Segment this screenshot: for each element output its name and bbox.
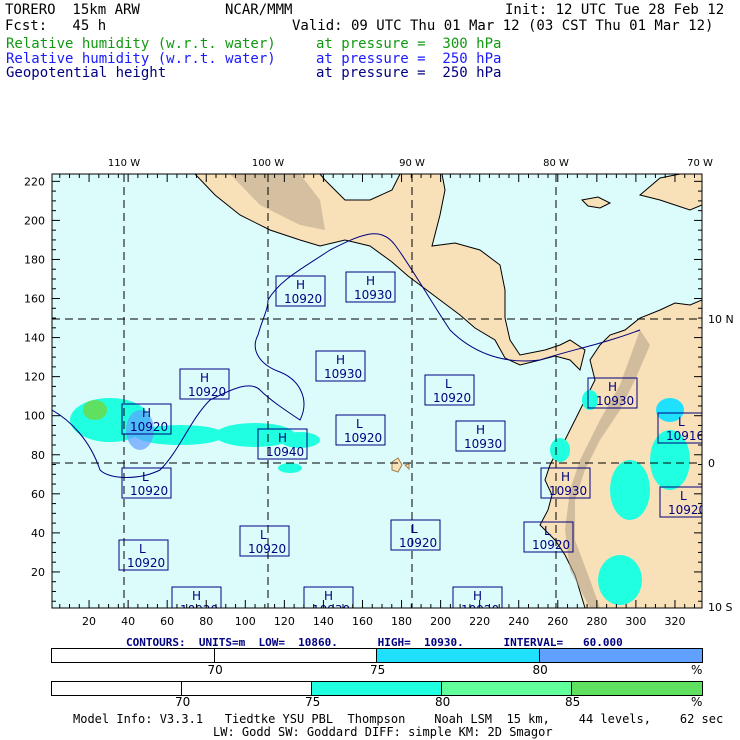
- center-value: 10920: [344, 431, 382, 445]
- lon-label: 70 W: [687, 158, 713, 169]
- legend-swatch: [377, 649, 540, 662]
- legend-label: 70: [175, 695, 191, 709]
- center-value: 10920: [130, 420, 168, 434]
- y-tick-label: 160: [24, 293, 45, 306]
- lon-label: 90 W: [399, 158, 425, 169]
- y-tick-label: 40: [31, 527, 45, 540]
- x-tick-label: 80: [199, 615, 213, 628]
- center-value: 10930: [324, 367, 362, 381]
- center-value: 10920: [248, 542, 286, 556]
- center-type: L: [680, 489, 687, 503]
- y-tick-label: 100: [24, 410, 45, 423]
- center-type: H: [142, 406, 151, 420]
- legend-label: 80: [532, 663, 548, 677]
- y-tick-label: 200: [24, 214, 45, 227]
- x-tick-label: 60: [160, 615, 174, 628]
- center-value: 10920: [130, 484, 168, 498]
- x-tick-label: 100: [235, 615, 256, 628]
- center-value: 10930: [596, 394, 634, 408]
- center-type: H: [476, 423, 485, 437]
- legend-label: %: [691, 695, 703, 709]
- center-type: H: [608, 380, 617, 394]
- legend-label: 80: [435, 695, 451, 709]
- center-type: L: [356, 417, 363, 431]
- center-value: 10920: [668, 503, 706, 517]
- x-tick-label: 140: [313, 615, 334, 628]
- y-tick-label: 180: [24, 253, 45, 266]
- y-tick-label: 140: [24, 332, 45, 345]
- map-plot: H10920H10930H10930H10920L10920H10920 L109…: [24, 158, 734, 628]
- x-tick-label: 120: [274, 615, 295, 628]
- center-value: 10920: [188, 385, 226, 399]
- center-value: 10920: [532, 538, 570, 552]
- center-value: 10940: [266, 445, 304, 459]
- model-info-line2: LW: Godd SW: Goddard DIFF: simple KM: 2D…: [213, 725, 553, 739]
- center-type: L: [678, 415, 685, 429]
- center-type: H: [336, 353, 345, 367]
- center-value: 10930: [464, 437, 502, 451]
- center-value: 10930: [354, 288, 392, 302]
- legend-swatch: [312, 682, 442, 695]
- center-type: H: [473, 589, 482, 603]
- legend-300-rh: [51, 681, 703, 696]
- lon-label: 100 W: [252, 158, 284, 169]
- lat-label: 10 N: [708, 313, 734, 326]
- center-type: H: [561, 470, 570, 484]
- lon-label: 80 W: [543, 158, 569, 169]
- weather-chart: TORERO 15km ARW NCAR/MMM Init: 12 UTC Tu…: [0, 0, 740, 740]
- legend-label: 70: [207, 663, 223, 677]
- lat-label: 0: [708, 457, 715, 470]
- x-tick-label: 260: [547, 615, 568, 628]
- center-type: L: [445, 377, 452, 391]
- center-type: H: [324, 589, 333, 603]
- legend-label: %: [691, 663, 703, 677]
- y-tick-label: 60: [31, 488, 45, 501]
- x-tick-label: 240: [508, 615, 529, 628]
- center-type: H: [366, 274, 375, 288]
- center-value: 10920: [399, 536, 437, 550]
- center-type: H: [278, 431, 287, 445]
- legend-swatch: [214, 649, 377, 662]
- legend-250-rh: [51, 648, 703, 663]
- legend-swatch: [52, 649, 215, 662]
- center-type: H: [296, 278, 305, 292]
- legend-swatch: [52, 682, 182, 695]
- center-value: 10920: [433, 391, 471, 405]
- center-type: L: [544, 524, 551, 538]
- legend-label: 85: [565, 695, 581, 709]
- legend-swatch: [572, 682, 702, 695]
- center-type: H: [200, 371, 209, 385]
- legend-swatch: [442, 682, 572, 695]
- lat-label: 10 S: [708, 601, 732, 614]
- x-tick-label: 320: [664, 615, 685, 628]
- center-type: L: [411, 522, 418, 536]
- legend-label: 75: [305, 695, 321, 709]
- lon-label: 110 W: [108, 158, 140, 169]
- center-value: 10920: [127, 556, 165, 570]
- legend-swatch: [539, 649, 702, 662]
- legend-label: 75: [370, 663, 386, 677]
- x-tick-label: 300: [625, 615, 646, 628]
- x-tick-label: 160: [352, 615, 373, 628]
- center-value: 10916: [666, 429, 704, 443]
- center-value: 10930: [549, 484, 587, 498]
- center-type: L: [260, 528, 267, 542]
- legend-swatch: [182, 682, 312, 695]
- center-value: 10920: [284, 292, 322, 306]
- y-tick-label: 120: [24, 371, 45, 384]
- y-tick-label: 20: [31, 566, 45, 579]
- x-tick-label: 180: [391, 615, 412, 628]
- center-type: L: [142, 470, 149, 484]
- center-type: L: [139, 542, 146, 556]
- x-tick-label: 200: [430, 615, 451, 628]
- x-tick-label: 280: [586, 615, 607, 628]
- center-type: H: [192, 589, 201, 603]
- x-tick-label: 220: [469, 615, 490, 628]
- x-tick-label: 20: [82, 615, 96, 628]
- x-tick-label: 40: [121, 615, 135, 628]
- y-tick-label: 220: [24, 175, 45, 188]
- y-tick-label: 80: [31, 449, 45, 462]
